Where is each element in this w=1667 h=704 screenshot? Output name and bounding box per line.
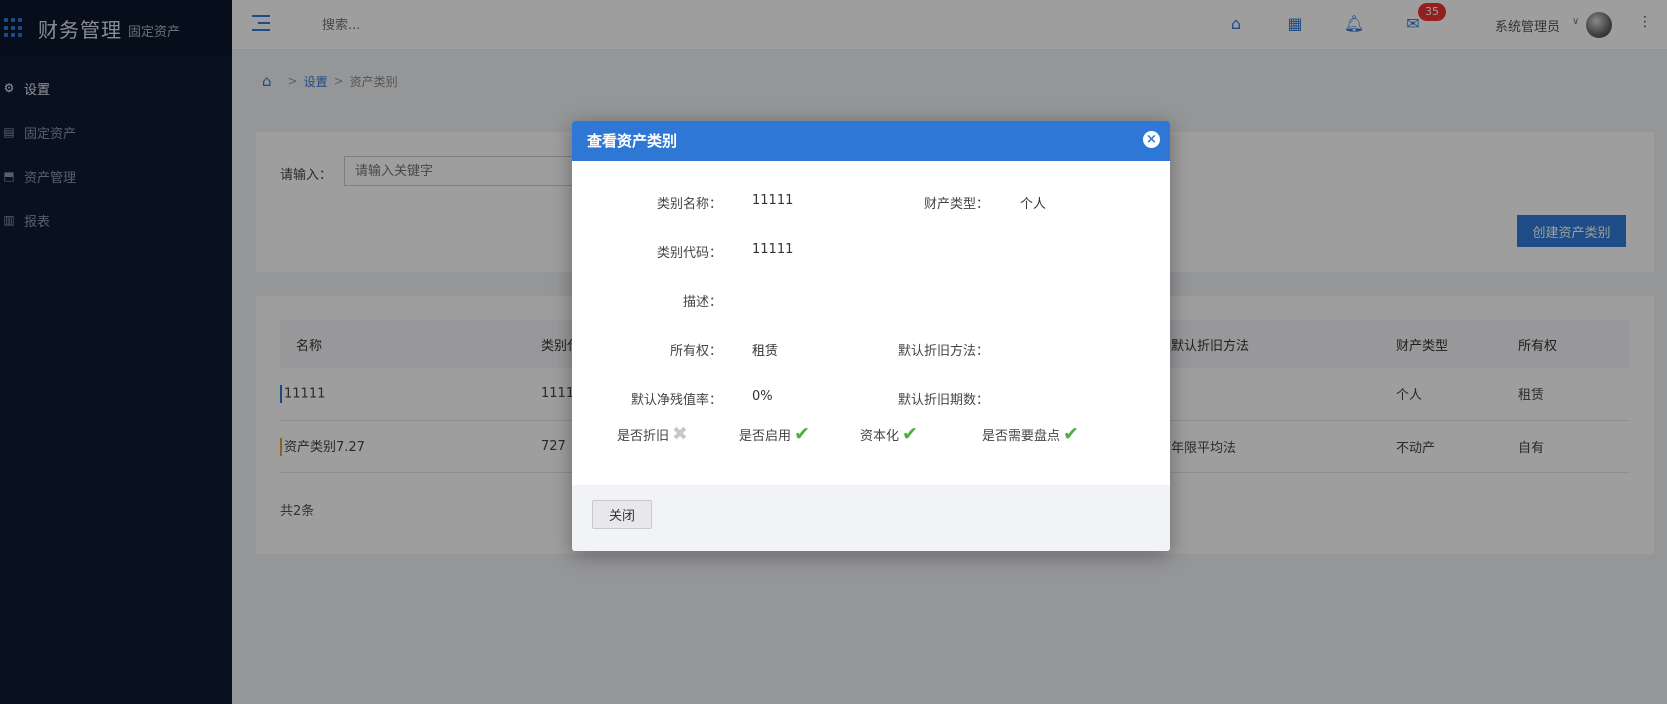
check-label: 是否启用 bbox=[739, 428, 792, 444]
field-value-category-name: 11111 bbox=[752, 193, 794, 208]
field-label-description: 描述： bbox=[682, 295, 722, 310]
check-label: 是否需要盘点 bbox=[982, 428, 1061, 444]
modal-header: 查看资产类别 × bbox=[572, 121, 1170, 161]
close-icon[interactable]: × bbox=[1143, 131, 1160, 148]
field-label-depreciation-method: 默认折旧方法： bbox=[897, 344, 989, 359]
field-label-ownership: 所有权： bbox=[669, 344, 722, 359]
modal-body: 类别名称： 11111 财产类型： 个人 类别代码： 11111 描述： 所有权… bbox=[572, 161, 1170, 485]
check-depreciation: 是否折旧 ✖ bbox=[617, 423, 688, 445]
modal-footer: 关闭 bbox=[572, 485, 1170, 551]
check-capitalized: 资本化 ✔ bbox=[860, 423, 918, 445]
field-label-category-name: 类别名称： bbox=[656, 197, 722, 212]
close-button[interactable]: 关闭 bbox=[592, 500, 652, 529]
field-label-depreciation-periods: 默认折旧期数： bbox=[897, 393, 989, 408]
check-enabled: 是否启用 ✔ bbox=[739, 423, 810, 445]
checkmark-icon: ✔ bbox=[902, 423, 918, 445]
field-value-category-code: 11111 bbox=[752, 242, 794, 257]
field-value-ownership: 租赁 bbox=[752, 344, 779, 359]
checkmark-icon: ✔ bbox=[794, 423, 810, 445]
check-label: 资本化 bbox=[860, 428, 900, 444]
cross-icon: ✖ bbox=[672, 423, 688, 445]
check-inventory: 是否需要盘点 ✔ bbox=[982, 423, 1079, 445]
checkmark-icon: ✔ bbox=[1063, 423, 1079, 445]
field-label-category-code: 类别代码： bbox=[656, 246, 722, 261]
modal-title: 查看资产类别 bbox=[587, 132, 678, 150]
field-label-residual-rate: 默认净残值率： bbox=[630, 393, 722, 408]
field-value-property-type: 个人 bbox=[1020, 197, 1047, 212]
field-value-residual-rate: 0% bbox=[752, 389, 773, 404]
field-label-property-type: 财产类型： bbox=[923, 197, 989, 212]
view-asset-category-modal: 查看资产类别 × 类别名称： 11111 财产类型： 个人 类别代码： 1111… bbox=[572, 121, 1170, 551]
check-label: 是否折旧 bbox=[617, 428, 670, 444]
